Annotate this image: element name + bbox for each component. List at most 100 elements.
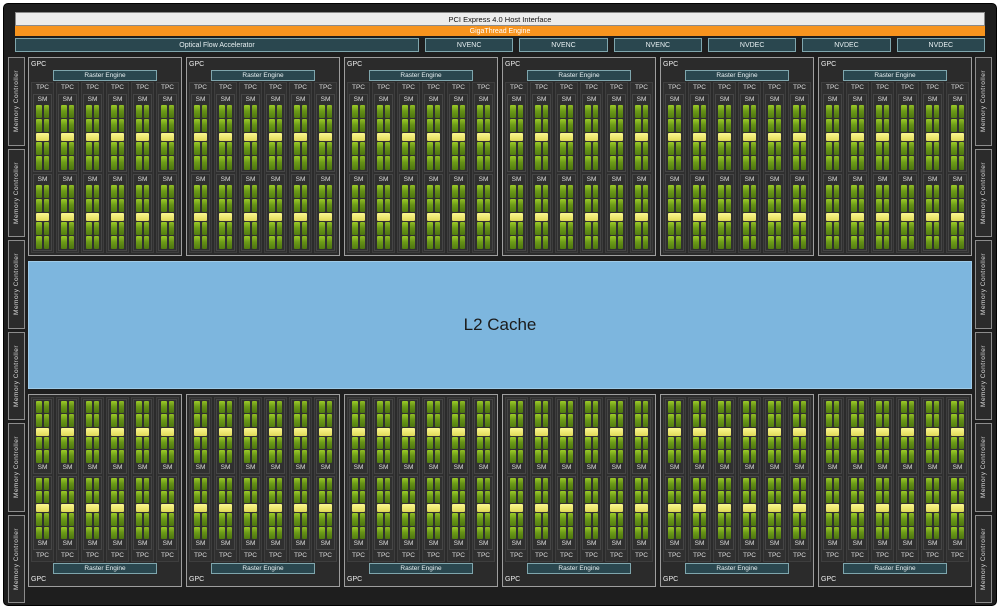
sm-core-row — [509, 105, 524, 118]
sm-core-row — [634, 236, 649, 249]
core-unit — [676, 478, 682, 490]
core-unit — [377, 236, 383, 249]
sm-label: SM — [717, 96, 732, 104]
sm-block: SM — [158, 94, 177, 172]
sm-core-row — [584, 222, 599, 235]
core-unit — [460, 513, 466, 525]
core-unit — [244, 119, 250, 132]
sm-label: SM — [950, 176, 965, 184]
sm-core-row — [451, 401, 466, 413]
sm-core-row — [559, 236, 574, 249]
core-unit — [884, 491, 890, 503]
tpc-label: TPC — [157, 83, 178, 93]
sm-block: SM — [374, 399, 393, 474]
core-unit — [302, 156, 308, 169]
sm-core-row — [584, 401, 599, 413]
sm-core-row — [925, 142, 940, 155]
sm-label: SM — [825, 540, 840, 548]
core-unit — [252, 527, 258, 539]
core-unit — [901, 527, 907, 539]
special-unit-bar — [926, 504, 939, 512]
core-unit — [452, 222, 458, 235]
core-unit — [435, 119, 441, 132]
core-unit — [510, 199, 516, 212]
sm-core-row — [825, 222, 840, 235]
core-unit — [635, 236, 641, 249]
sm-core-row — [401, 450, 416, 462]
core-unit — [169, 437, 175, 449]
sm-core-row — [925, 450, 940, 462]
core-unit — [643, 199, 649, 212]
core-unit — [360, 491, 366, 503]
core-unit — [294, 414, 300, 426]
core-unit — [909, 491, 915, 503]
tpc-block: TPCSMSM — [580, 82, 603, 253]
sm-core-row — [667, 527, 682, 539]
core-unit — [427, 119, 433, 132]
sm-core-row — [85, 199, 100, 212]
core-unit — [169, 142, 175, 155]
core-unit — [560, 142, 566, 155]
sm-core-row — [850, 119, 865, 132]
core-unit — [202, 478, 208, 490]
core-unit — [826, 236, 832, 249]
sm-core-row — [476, 199, 491, 212]
sm-core-row — [85, 450, 100, 462]
core-unit — [693, 513, 699, 525]
sm-core-row — [667, 236, 682, 249]
core-unit — [901, 491, 907, 503]
sm-core-row — [609, 105, 624, 118]
sm-core-row — [667, 414, 682, 426]
sm-core-row — [35, 491, 50, 503]
core-unit — [219, 401, 225, 413]
tpc-row: TPCSMSMTPCSMSMTPCSMSMTPCSMSMTPCSMSMTPCSM… — [663, 82, 811, 253]
core-unit — [86, 478, 92, 490]
special-unit-bar — [194, 133, 207, 141]
core-unit — [111, 401, 117, 413]
core-unit — [44, 222, 50, 235]
core-unit — [36, 185, 42, 198]
core-unit — [94, 119, 100, 132]
core-unit — [269, 105, 275, 118]
sm-block: SM — [424, 476, 443, 551]
core-unit — [319, 119, 325, 132]
core-unit — [460, 199, 466, 212]
tpc-label: TPC — [922, 83, 943, 93]
sm-core-row — [376, 513, 391, 525]
tpc-block: SMSMTPC — [347, 397, 370, 562]
special-unit-bar — [136, 428, 149, 436]
sm-label: SM — [667, 540, 682, 548]
core-unit — [219, 105, 225, 118]
sm-block: SM — [823, 174, 842, 252]
core-unit — [934, 527, 940, 539]
core-unit — [227, 222, 233, 235]
sm-block: SM — [349, 399, 368, 474]
sm-block: SM — [873, 174, 892, 252]
core-unit — [111, 478, 117, 490]
core-unit — [834, 513, 840, 525]
core-unit — [851, 401, 857, 413]
core-unit — [402, 199, 408, 212]
tpc-row: SMSMTPCSMSMTPCSMSMTPCSMSMTPCSMSMTPCSMSMT… — [663, 397, 811, 562]
sm-block: SM — [790, 94, 809, 172]
tpc-label: TPC — [581, 551, 602, 561]
sm-core-row — [243, 222, 258, 235]
sm-core-row — [767, 414, 782, 426]
sm-label: SM — [135, 464, 150, 472]
sm-core-row — [451, 437, 466, 449]
core-unit — [227, 478, 233, 490]
core-unit — [610, 491, 616, 503]
sm-core-row — [110, 437, 125, 449]
core-unit — [751, 401, 757, 413]
sm-label: SM — [135, 540, 150, 548]
core-unit — [252, 437, 258, 449]
core-unit — [144, 513, 150, 525]
core-unit — [452, 491, 458, 503]
sm-core-row — [293, 478, 308, 490]
core-unit — [277, 222, 283, 235]
sm-core-row — [243, 142, 258, 155]
core-unit — [668, 527, 674, 539]
sm-core-row — [351, 236, 366, 249]
sm-core-row — [850, 401, 865, 413]
sm-label: SM — [451, 176, 466, 184]
